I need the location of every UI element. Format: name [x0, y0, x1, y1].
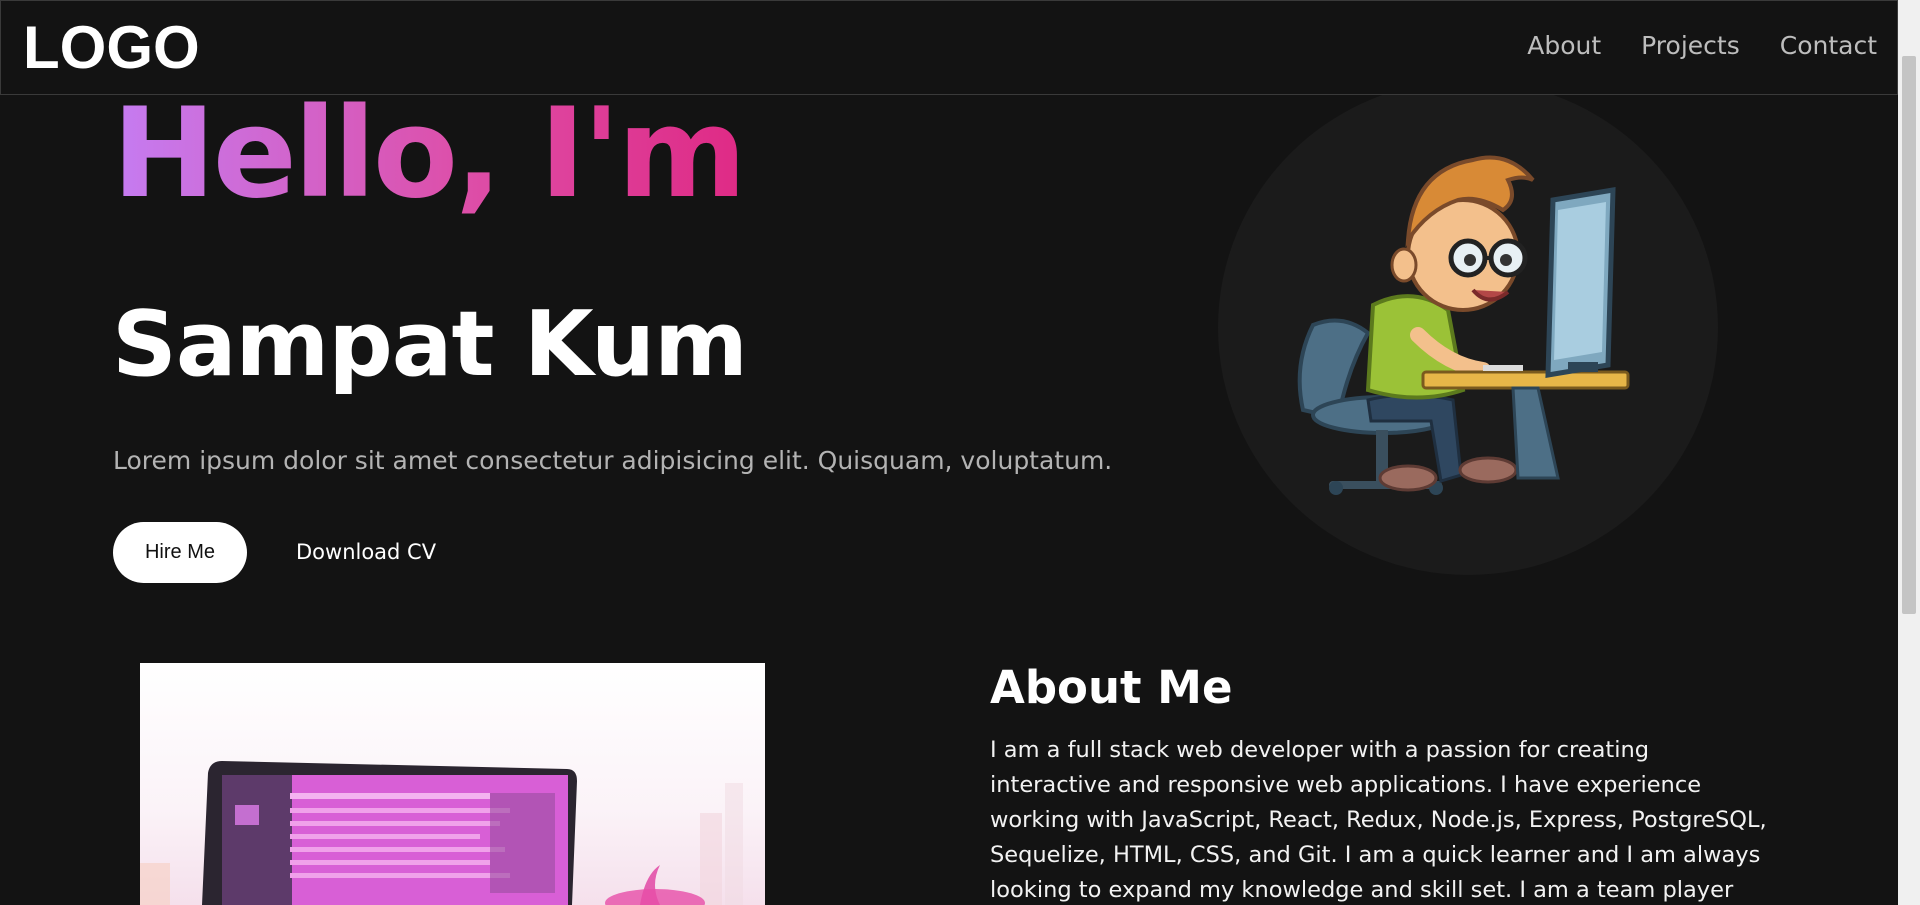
about-image [140, 663, 765, 905]
hero-tagline: Lorem ipsum dolor sit amet consectetur a… [113, 446, 1113, 475]
about-text: I am a full stack web developer with a p… [990, 737, 1767, 903]
hero-name: Sampat Kum [112, 292, 748, 397]
about-title: About Me [990, 661, 1233, 714]
developer-illustration-icon [1297, 155, 1630, 495]
main-nav: About Projects Contact [1527, 29, 1877, 63]
page-scrollbar[interactable] [1898, 0, 1920, 905]
hero-greeting: Hello, I'm [112, 82, 747, 226]
nav-link-about[interactable]: About [1527, 29, 1601, 63]
avatar [1218, 80, 1718, 575]
site-header: LOGO About Projects Contact [0, 0, 1898, 95]
download-cv-button[interactable]: Download CV [296, 522, 436, 583]
logo[interactable]: LOGO [23, 13, 200, 83]
scrollbar-thumb[interactable] [1902, 56, 1916, 614]
laptop-illustration-icon [140, 761, 743, 905]
nav-link-projects[interactable]: Projects [1641, 29, 1740, 63]
nav-link-contact[interactable]: Contact [1780, 29, 1877, 63]
hire-me-button[interactable]: Hire Me [113, 522, 247, 583]
